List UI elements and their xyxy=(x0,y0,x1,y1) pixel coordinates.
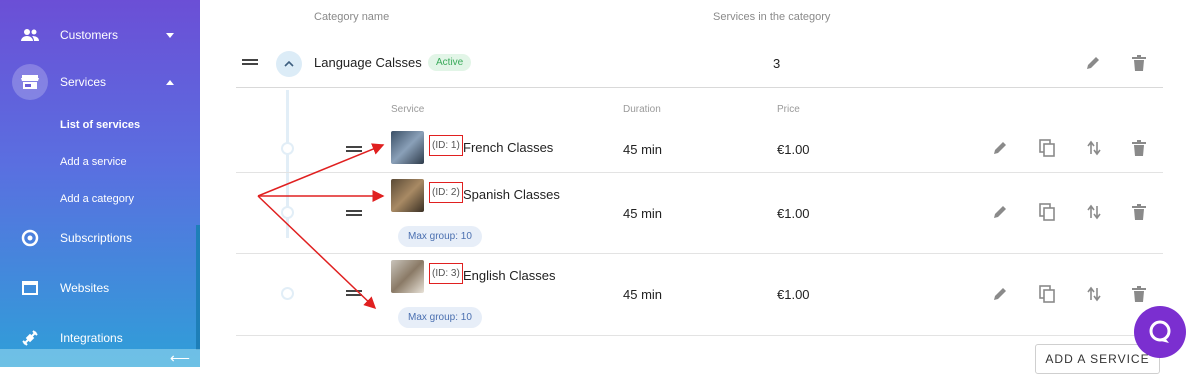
sidebar-item-label: Services xyxy=(60,75,107,89)
chevron-up-icon xyxy=(166,79,174,85)
annotation-arrows xyxy=(257,143,385,310)
sidebar-item-label: Integrations xyxy=(60,331,123,345)
sidebar-item-websites[interactable]: Websites xyxy=(0,270,196,306)
sidebar-subitem-add-service[interactable]: Add a service xyxy=(60,156,127,168)
annotation-arrow xyxy=(257,143,385,197)
sidebar-item-subscriptions[interactable]: Subscriptions xyxy=(0,220,196,256)
sidebar-item-label: Customers xyxy=(60,28,119,42)
sidebar-footer: ⟵ xyxy=(0,349,200,367)
sidebar-subitem-list-of-services[interactable]: List of services xyxy=(60,119,140,131)
people-icon xyxy=(20,25,40,45)
sidebar: Customers Services List of services Add … xyxy=(0,0,200,367)
plug-icon xyxy=(20,328,40,348)
sidebar-item-services[interactable]: Services xyxy=(0,64,196,100)
browser-icon xyxy=(20,278,40,298)
chevron-down-icon xyxy=(166,32,174,38)
arrow-left-icon[interactable]: ⟵ xyxy=(170,350,190,367)
sidebar-item-label: Websites xyxy=(60,281,110,295)
sidebar-item-label: Subscriptions xyxy=(60,231,133,245)
store-icon xyxy=(20,72,40,92)
sidebar-item-customers[interactable]: Customers xyxy=(0,17,196,53)
annotation-arrow xyxy=(257,195,377,310)
main-content: Category name Services in the category L… xyxy=(200,0,1200,374)
sidebar-subitem-add-category[interactable]: Add a category xyxy=(60,193,134,205)
subscriptions-icon xyxy=(20,228,40,248)
